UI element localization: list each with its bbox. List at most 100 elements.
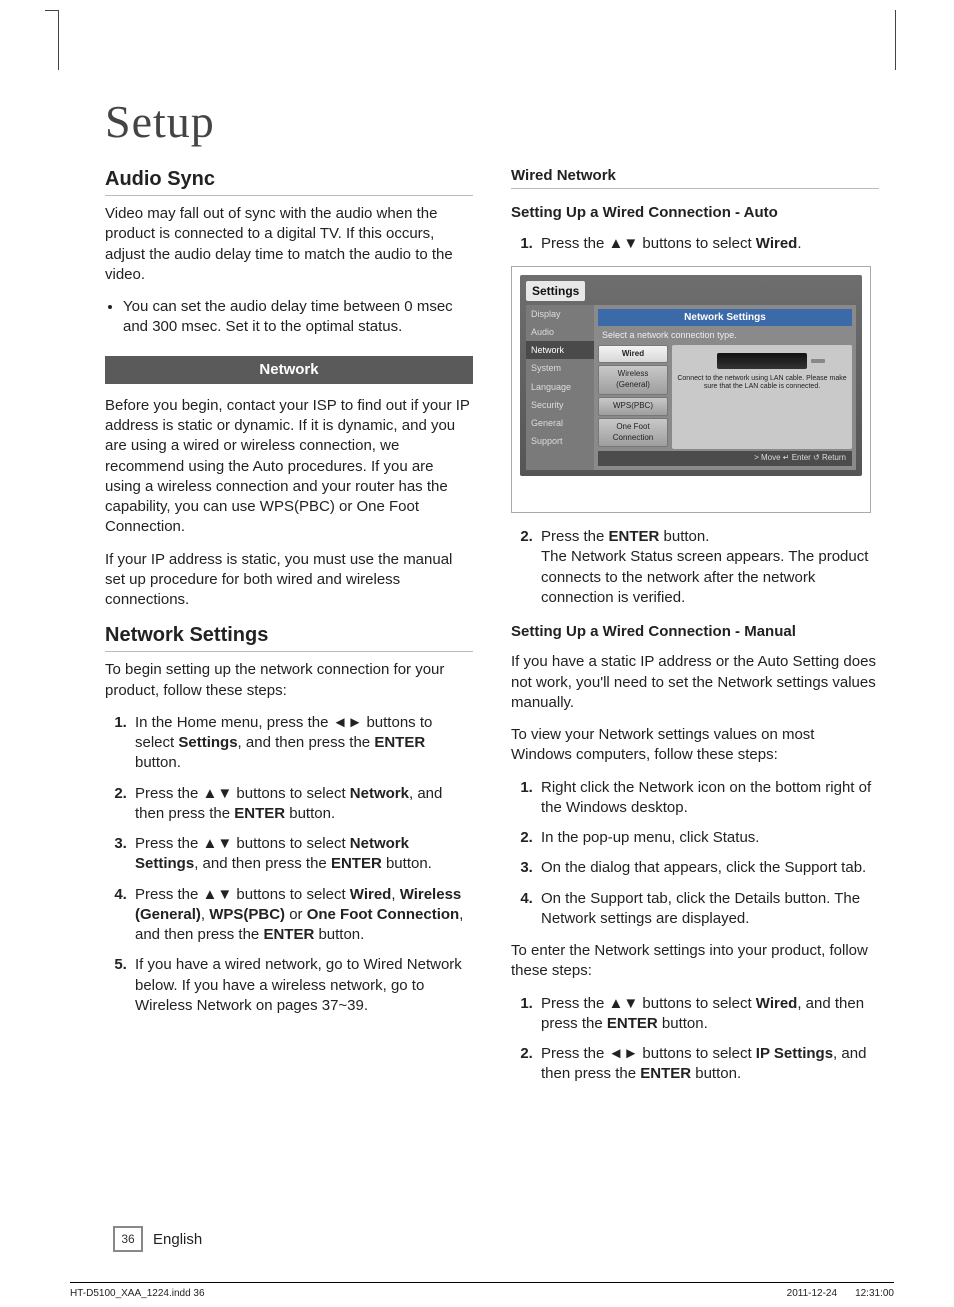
enter-step-2: Press the ◄► buttons to select IP Settin…	[537, 1044, 879, 1085]
settings-sidebar: Display Audio Network System Language Se…	[526, 305, 594, 470]
step-4: Press the ▲▼ buttons to select Wired, Wi…	[131, 885, 473, 946]
win-step-3: On the dialog that appears, click the Su…	[537, 858, 879, 878]
subheading-wired-auto: Setting Up a Wired Connection - Auto	[511, 203, 879, 223]
bold: Settings	[178, 734, 237, 751]
para-netset-lead: To begin setting up the network connecti…	[105, 660, 473, 701]
footer-date: 2011-12-24	[787, 1288, 837, 1299]
section-band-network: Network	[105, 356, 473, 384]
text: .	[797, 235, 801, 252]
manual-p3: To enter the Network settings into your …	[511, 941, 879, 982]
win-step-1: Right click the Network icon on the bott…	[537, 778, 879, 819]
bold: WPS(PBC)	[209, 906, 285, 923]
text: button.	[659, 528, 709, 545]
text: button.	[658, 1015, 708, 1032]
bold: ENTER	[640, 1065, 691, 1082]
manual-p2: To view your Network settings values on …	[511, 725, 879, 766]
text: or	[285, 906, 307, 923]
crop-mark	[895, 10, 896, 70]
sidebar-item: Audio	[526, 323, 594, 341]
language-label: English	[153, 1231, 202, 1248]
footer-rule	[70, 1282, 894, 1283]
page-title: Setup	[105, 95, 879, 148]
text: button.	[135, 754, 181, 771]
option-wired: Wired	[598, 345, 668, 364]
sidebar-item: General	[526, 414, 594, 432]
settings-footer-hints: > Move ↵ Enter ↺ Return	[598, 451, 852, 466]
manual-page: Setup Audio Sync Video may fall out of s…	[0, 0, 954, 1307]
option-onefoot: One Foot Connection	[598, 418, 668, 448]
bold: Wired	[756, 235, 798, 252]
device-illustration-icon	[717, 353, 807, 369]
bold: ENTER	[609, 528, 660, 545]
preview-text: Connect to the network using LAN cable. …	[676, 375, 848, 392]
text: button.	[314, 926, 364, 943]
bold: ENTER	[234, 805, 285, 822]
connection-preview: Connect to the network using LAN cable. …	[672, 345, 852, 450]
text: Press the ▲▼ buttons to select	[541, 995, 756, 1012]
text: button.	[285, 805, 335, 822]
bold: One Foot Connection	[307, 906, 459, 923]
step-1: In the Home menu, press the ◄► buttons t…	[131, 713, 473, 774]
bold: ENTER	[331, 855, 382, 872]
settings-panel-header: Network Settings	[598, 309, 852, 327]
text: Press the ▲▼ buttons to select	[541, 235, 756, 252]
sidebar-item: Security	[526, 396, 594, 414]
sidebar-item-selected: Network	[526, 341, 594, 359]
connection-options: Wired Wireless (General) WPS(PBC) One Fo…	[598, 345, 668, 450]
sidebar-item: Language	[526, 378, 594, 396]
subheading-wired-manual: Setting Up a Wired Connection - Manual	[511, 622, 879, 642]
settings-window-title: Settings	[526, 281, 585, 301]
footer-datetime: 2011-12-24 12:31:00	[787, 1288, 894, 1299]
bold: Wired	[756, 995, 798, 1012]
footer-file: HT-D5100_XAA_1224.indd 36	[70, 1288, 205, 1299]
crop-mark	[58, 10, 59, 70]
step-5: If you have a wired network, go to Wired…	[131, 955, 473, 1016]
step-3: Press the ▲▼ buttons to select Network S…	[131, 834, 473, 875]
sidebar-item: Support	[526, 432, 594, 450]
bold: ENTER	[263, 926, 314, 943]
page-number: 36	[113, 1226, 143, 1252]
text: Press the ▲▼ buttons to select	[135, 886, 350, 903]
left-column: Audio Sync Video may fall out of sync wi…	[105, 166, 473, 1097]
text: Press the ▲▼ buttons to select	[135, 835, 350, 852]
sidebar-item: Display	[526, 305, 594, 323]
text: Press the	[541, 528, 609, 545]
text: The Network Status screen appears. The p…	[541, 548, 868, 606]
heading-wired-network: Wired Network	[511, 166, 879, 189]
settings-main: Network Settings Select a network connec…	[594, 305, 856, 470]
bullet-audio-delay: You can set the audio delay time between…	[123, 297, 473, 338]
text: button.	[382, 855, 432, 872]
footer-time: 12:31:00	[855, 1288, 894, 1299]
para-network-intro2: If your IP address is static, you must u…	[105, 550, 473, 611]
settings-panel-subtitle: Select a network connection type.	[598, 326, 852, 344]
win-step-2: In the pop-up menu, click Status.	[537, 828, 879, 848]
para-network-intro1: Before you begin, contact your ISP to fi…	[105, 396, 473, 538]
auto-step-2: Press the ENTER button. The Network Stat…	[537, 527, 879, 608]
bold: Network	[350, 785, 409, 802]
auto-step-1: Press the ▲▼ buttons to select Wired.	[537, 234, 879, 254]
text: button.	[691, 1065, 741, 1082]
page-number-block: 36 English	[113, 1226, 202, 1252]
heading-audio-sync: Audio Sync	[105, 166, 473, 196]
right-column: Wired Network Setting Up a Wired Connect…	[511, 166, 879, 1097]
para-audio-sync: Video may fall out of sync with the audi…	[105, 204, 473, 285]
win-step-4: On the Support tab, click the Details bu…	[537, 889, 879, 930]
bold: IP Settings	[756, 1045, 833, 1062]
text: , and then press the	[194, 855, 331, 872]
heading-network-settings: Network Settings	[105, 622, 473, 652]
sidebar-item: System	[526, 359, 594, 377]
bold: ENTER	[607, 1015, 658, 1032]
crop-mark	[45, 10, 59, 11]
step-2: Press the ▲▼ buttons to select Network, …	[131, 784, 473, 825]
manual-p1: If you have a static IP address or the A…	[511, 652, 879, 713]
text: Press the ▲▼ buttons to select	[135, 785, 350, 802]
text: ,	[391, 886, 399, 903]
bold: Wired	[350, 886, 392, 903]
settings-screenshot: Settings Display Audio Network System La…	[511, 266, 871, 513]
option-wireless: Wireless (General)	[598, 365, 668, 395]
bold: ENTER	[374, 734, 425, 751]
option-wps: WPS(PBC)	[598, 397, 668, 416]
text: , and then press the	[238, 734, 375, 751]
text: Press the ◄► buttons to select	[541, 1045, 756, 1062]
text: ,	[201, 906, 209, 923]
